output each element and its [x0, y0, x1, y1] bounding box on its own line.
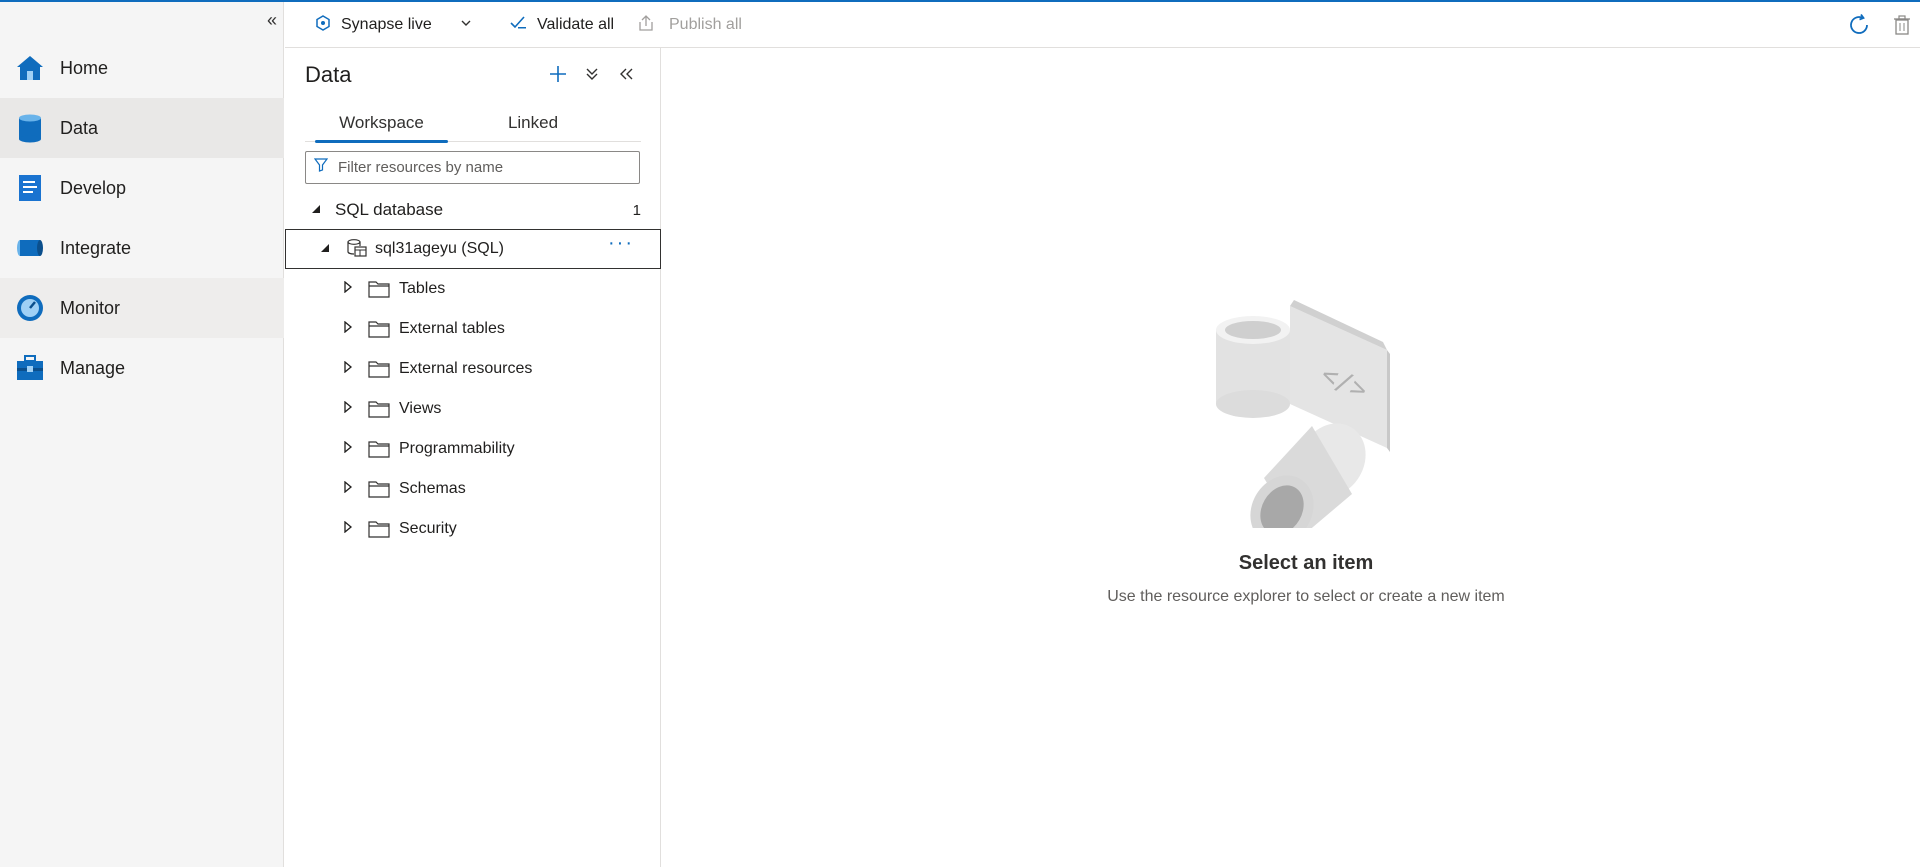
collapse-all-icon[interactable] [582, 62, 602, 86]
folder-label: External resources [399, 360, 533, 377]
nav-label-home: Home [60, 57, 109, 78]
folder-label: Views [399, 400, 442, 417]
home-icon [14, 52, 46, 84]
nav-label-manage: Manage [60, 357, 126, 378]
nav-item-monitor[interactable]: Monitor [0, 278, 284, 338]
filter-funnel-icon [313, 158, 329, 177]
publish-all-button[interactable]: Publish all [637, 2, 742, 48]
nav-item-manage[interactable]: Manage [0, 338, 284, 398]
folder-label: Tables [399, 280, 446, 297]
panel-actions [548, 62, 636, 86]
main-content-area: </> Select an item Use the resource expl… [662, 48, 1920, 867]
caret-expanded-icon [320, 240, 330, 258]
refresh-icon[interactable] [1847, 2, 1871, 48]
manage-toolbox-icon [14, 352, 46, 384]
tree-folder-external-tables[interactable]: External tables [285, 309, 661, 349]
folder-label: Security [399, 520, 457, 537]
empty-state-title: Select an item [1238, 552, 1374, 574]
empty-state-subtitle: Use the resource explorer to select or c… [1107, 588, 1505, 605]
database-label: sql31ageyu (SQL) [375, 240, 504, 257]
nav-item-develop[interactable]: Develop [0, 158, 284, 218]
tree-folder-views[interactable]: Views [285, 389, 661, 429]
nav-list: Home Data Develop Integrate Monitor Mana… [0, 38, 284, 398]
tree-folder-security[interactable]: Security [285, 509, 661, 549]
synapse-hexagon-icon [315, 14, 331, 36]
collapse-panel-icon[interactable] [616, 62, 636, 86]
monitor-gauge-icon [14, 292, 46, 324]
nav-label-data: Data [60, 117, 99, 138]
sql-database-icon [346, 238, 368, 265]
caret-collapsed-icon [343, 320, 353, 338]
folder-icon [368, 360, 390, 383]
filter-input[interactable] [336, 158, 626, 177]
section-count: 1 [632, 201, 641, 219]
chevron-down-icon [460, 16, 472, 34]
more-actions-icon[interactable]: ··· [608, 232, 634, 255]
caret-collapsed-icon [343, 360, 353, 378]
tree-folder-programmability[interactable]: Programmability [285, 429, 661, 469]
tree-folder-schemas[interactable]: Schemas [285, 469, 661, 509]
folder-icon [368, 280, 390, 303]
data-cylinder-icon [14, 112, 46, 144]
nav-label-develop: Develop [60, 177, 127, 198]
tree-folder-external-resources[interactable]: External resources [285, 349, 661, 389]
validate-check-icon [509, 14, 527, 37]
synapse-live-label: Synapse live [341, 16, 432, 33]
folder-label: Programmability [399, 440, 515, 457]
folder-icon [368, 520, 390, 543]
panel-tabs: Workspace Linked [305, 104, 641, 143]
top-toolbar: Synapse live Validate all Publish all [285, 2, 1920, 48]
caret-collapsed-icon [343, 280, 353, 298]
empty-state-illustration: </> [1182, 288, 1422, 545]
discard-trash-icon[interactable] [1893, 2, 1911, 48]
collapse-nav-icon[interactable]: « [262, 10, 282, 30]
publish-all-label: Publish all [669, 16, 742, 33]
tab-linked[interactable]: Linked [488, 104, 578, 142]
data-resource-explorer: Data Workspace Linked SQL database 1 [285, 48, 661, 867]
caret-collapsed-icon [343, 480, 353, 498]
folder-icon [368, 480, 390, 503]
left-navigation: « Home Data Develop Integrate Monitor Ma… [0, 2, 284, 867]
folder-label: External tables [399, 320, 505, 337]
folder-icon [368, 440, 390, 463]
folder-icon [368, 320, 390, 343]
synapse-live-dropdown[interactable]: Synapse live [315, 2, 472, 48]
database-row[interactable]: sql31ageyu (SQL) ··· [285, 229, 661, 269]
folder-icon [368, 400, 390, 423]
add-icon[interactable] [548, 62, 568, 86]
nav-label-integrate: Integrate [60, 237, 132, 258]
nav-label-monitor: Monitor [60, 297, 121, 318]
filter-box [305, 151, 640, 184]
resource-tree: SQL database 1 sql31ageyu (SQL) ··· Tabl… [285, 191, 661, 549]
validate-all-button[interactable]: Validate all [509, 2, 614, 48]
integrate-pipeline-icon [14, 232, 46, 264]
develop-document-icon [14, 172, 46, 204]
validate-all-label: Validate all [537, 16, 615, 33]
nav-item-data[interactable]: Data [0, 98, 284, 158]
caret-collapsed-icon [343, 440, 353, 458]
caret-collapsed-icon [343, 520, 353, 538]
caret-collapsed-icon [343, 400, 353, 418]
nav-item-home[interactable]: Home [0, 38, 284, 98]
panel-title: Data [305, 62, 352, 87]
folder-label: Schemas [399, 480, 466, 497]
publish-upload-icon [637, 14, 655, 37]
caret-expanded-icon [311, 201, 321, 219]
section-label: SQL database [335, 200, 444, 219]
tab-workspace[interactable]: Workspace [315, 104, 448, 143]
tree-folder-tables[interactable]: Tables [285, 269, 661, 309]
section-sql-database[interactable]: SQL database 1 [285, 191, 661, 229]
nav-item-integrate[interactable]: Integrate [0, 218, 284, 278]
